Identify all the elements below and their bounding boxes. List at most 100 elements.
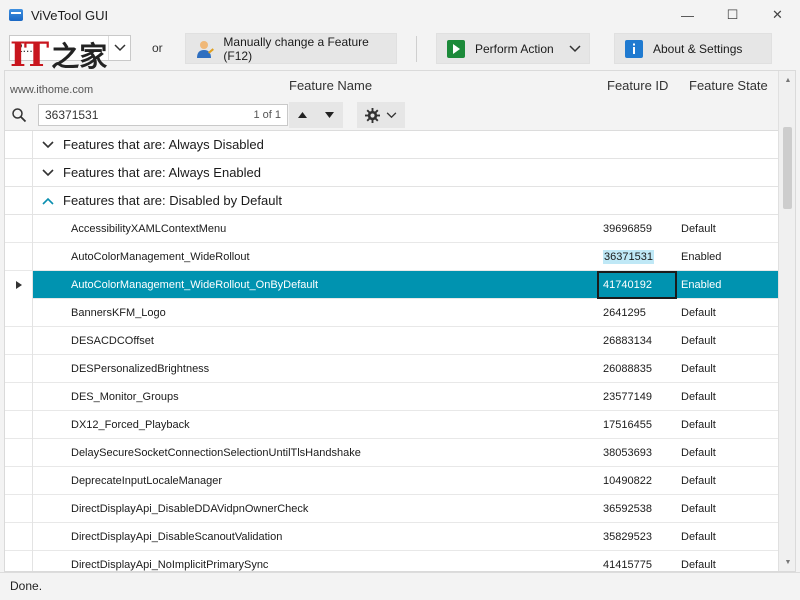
status-bar: Done. (0, 572, 800, 600)
feature-id-cell: 36592538 (603, 502, 652, 515)
chevron-down-icon[interactable] (33, 140, 63, 149)
chevron-down-icon (108, 36, 130, 60)
feature-name-cell: DESPersonalizedBrightness (71, 362, 210, 375)
search-result-count: 1 of 1 (253, 109, 281, 121)
feature-id-cell: 35829523 (603, 530, 652, 543)
table-row[interactable]: DES_Monitor_Groups 23577149 Default (5, 382, 778, 411)
search-next-button[interactable] (316, 102, 343, 128)
feature-state-cell: Default (681, 446, 716, 459)
feature-name-cell: DESACDCOffset (71, 334, 154, 347)
row-gutter (5, 130, 33, 159)
row-gutter (5, 438, 33, 467)
app-icon (9, 9, 23, 21)
column-header-feature-state[interactable]: Feature State (689, 78, 768, 93)
feature-name-cell: AutoColorManagement_WideRollout_OnByDefa… (71, 278, 319, 291)
table-row[interactable]: AutoColorManagement_WideRollout 36371531… (5, 242, 778, 271)
row-gutter (5, 382, 33, 411)
row-gutter (5, 298, 33, 327)
feature-id-cell: 38053693 (603, 446, 652, 459)
feature-state-cell: Default (681, 418, 716, 431)
arrow-up-icon (298, 112, 307, 118)
manual-change-label: Manually change a Feature (F12) (223, 34, 369, 63)
status-text: Done. (10, 579, 43, 593)
or-label: or (152, 41, 163, 55)
manual-change-button[interactable]: Manually change a Feature (F12) (185, 33, 397, 64)
table-row[interactable]: DirectDisplayApi_NoImplicitPrimarySync 4… (5, 550, 778, 571)
row-gutter (5, 326, 33, 355)
row-gutter (5, 158, 33, 187)
table-row[interactable]: DX12_Forced_Playback 17516455 Default (5, 410, 778, 439)
search-prev-button[interactable] (289, 102, 316, 128)
row-gutter (5, 550, 33, 571)
table-row[interactable]: DESPersonalizedBrightness 26088835 Defau… (5, 354, 778, 383)
table-row[interactable]: DESACDCOffset 26883134 Default (5, 326, 778, 355)
group-row-always-enabled[interactable]: Features that are: Always Enabled (5, 158, 778, 187)
feature-id-cell: 41415775 (603, 558, 652, 571)
feature-state-cell: Default (681, 306, 716, 319)
feature-state-cell: Enabled (681, 278, 722, 291)
feature-name-cell: DelaySecureSocketConnectionSelectionUnti… (71, 446, 361, 459)
feature-state-cell: Default (681, 530, 716, 543)
column-header-row: Feature Name Feature ID Feature State (5, 71, 778, 99)
group-row-always-disabled[interactable]: Features that are: Always Disabled (5, 130, 778, 159)
title-bar: ViVeTool GUI — ☐ ✕ (0, 0, 800, 30)
feature-name-cell: BannersKFM_Logo (71, 306, 166, 319)
perform-action-label: Perform Action (475, 41, 554, 56)
row-gutter (5, 186, 33, 215)
minimize-button[interactable]: — (665, 0, 710, 30)
search-input[interactable] (45, 108, 254, 122)
table-row[interactable]: BannersKFM_Logo 2641295 Default (5, 298, 778, 327)
feature-state-cell: Default (681, 362, 716, 375)
row-gutter (5, 522, 33, 551)
search-options-button[interactable] (357, 102, 405, 128)
scroll-down-icon[interactable]: ▼ (779, 555, 795, 569)
feature-state-cell: Default (681, 474, 716, 487)
feature-id-cell[interactable]: 41740192 (603, 279, 652, 291)
user-edit-icon (194, 38, 215, 60)
table-row[interactable]: DirectDisplayApi_DisableDDAVidpnOwnerChe… (5, 494, 778, 523)
feature-id-cell: 39696859 (603, 222, 652, 235)
feature-id-cell: 26088835 (603, 362, 652, 375)
feature-id-cell: 17516455 (603, 418, 652, 431)
gear-icon (365, 107, 380, 123)
feature-name-cell: DeprecateInputLocaleManager (71, 474, 223, 487)
column-header-feature-name[interactable]: Feature Name (289, 78, 372, 93)
vertical-scrollbar[interactable]: ▲ ▼ (778, 71, 795, 571)
close-button[interactable]: ✕ (755, 0, 800, 30)
feature-state-cell: Default (681, 334, 716, 347)
build-select[interactable]: 2... (9, 35, 131, 61)
chevron-down-icon (569, 42, 581, 56)
perform-action-button[interactable]: Perform Action (436, 33, 590, 64)
scroll-up-icon[interactable]: ▲ (779, 73, 795, 87)
column-header-feature-id[interactable]: Feature ID (607, 78, 668, 93)
feature-id-cell: 10490822 (603, 474, 652, 487)
feature-name-cell: AutoColorManagement_WideRollout (71, 250, 250, 263)
table-row-selected[interactable]: AutoColorManagement_WideRollout_OnByDefa… (5, 270, 778, 299)
feature-state-cell: Enabled (681, 250, 722, 263)
feature-name-cell: DES_Monitor_Groups (71, 390, 179, 403)
row-gutter (5, 270, 33, 299)
feature-state-cell: Default (681, 558, 716, 571)
search-box: 1 of 1 (38, 104, 288, 126)
chevron-down-icon[interactable] (33, 168, 63, 177)
maximize-button[interactable]: ☐ (710, 0, 755, 30)
toolbar: 2... or Manually change a Feature (F12) … (0, 30, 800, 68)
about-settings-button[interactable]: About & Settings (614, 33, 772, 64)
group-label: Features that are: Disabled by Default (63, 193, 282, 208)
search-nav-buttons (289, 102, 343, 128)
feature-id-cell-search-match: 36371531 (603, 249, 654, 264)
chevron-up-icon[interactable] (33, 197, 63, 205)
feature-name-cell: DirectDisplayApi_DisableScanoutValidatio… (71, 530, 283, 543)
row-gutter (5, 410, 33, 439)
table-row[interactable]: AccessibilityXAMLContextMenu 39696859 De… (5, 214, 778, 243)
table-row[interactable]: DirectDisplayApi_DisableScanoutValidatio… (5, 522, 778, 551)
row-gutter (5, 494, 33, 523)
scrollbar-thumb[interactable] (783, 127, 792, 209)
feature-name-cell: DX12_Forced_Playback (71, 418, 190, 431)
row-gutter (5, 466, 33, 495)
table-row[interactable]: DelaySecureSocketConnectionSelectionUnti… (5, 438, 778, 467)
table-row[interactable]: DeprecateInputLocaleManager 10490822 Def… (5, 466, 778, 495)
group-label: Features that are: Always Disabled (63, 137, 264, 152)
group-row-disabled-by-default[interactable]: Features that are: Disabled by Default (5, 186, 778, 215)
window-title: ViVeTool GUI (31, 7, 109, 23)
